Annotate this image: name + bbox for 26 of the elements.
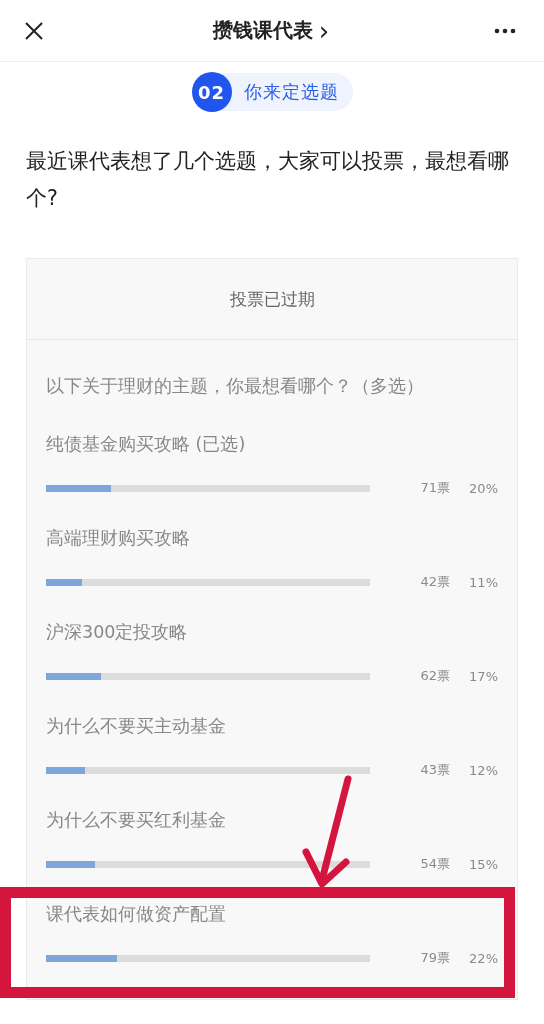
vote-percent: 12% <box>468 762 498 778</box>
poll-question: 以下关于理财的主题，你最想看哪个？（多选） <box>46 374 425 398</box>
option-label: 沪深300定投攻略 <box>46 621 189 644</box>
poll-status: 投票已过期 <box>229 287 315 311</box>
close-icon[interactable] <box>24 20 44 41</box>
vote-count: 42票 <box>419 573 451 591</box>
vote-count: 71票 <box>419 479 451 497</box>
option-label: 高端理财购买攻略 <box>46 527 191 550</box>
vote-percent: 20% <box>468 480 498 496</box>
vote-count: 79票 <box>419 949 451 967</box>
option-label: 为什么不要买主动基金 <box>46 715 227 738</box>
option-label: 课代表如何做资产配置 <box>46 903 227 926</box>
vote-percent: 11% <box>468 574 498 590</box>
vote-percent: 15% <box>468 856 498 872</box>
option-label: 纯债基金购买攻略 (已选) <box>46 433 247 456</box>
section-number: 02 <box>191 72 232 112</box>
vote-count: 43票 <box>419 761 451 779</box>
vote-count: 54票 <box>419 855 451 873</box>
section-label: 你来定选题 <box>243 80 339 104</box>
vote-percent: 22% <box>468 950 498 966</box>
account-title[interactable]: 攒钱课代表 › <box>212 15 330 46</box>
vote-count: 62票 <box>419 667 451 685</box>
vote-percent: 17% <box>468 668 498 684</box>
option-label: 为什么不要买红利基金 <box>46 809 227 832</box>
intro-paragraph: 最近课代表想了几个选题，大家可以投票，最想看哪个? <box>26 148 510 212</box>
more-icon[interactable] <box>494 27 516 34</box>
